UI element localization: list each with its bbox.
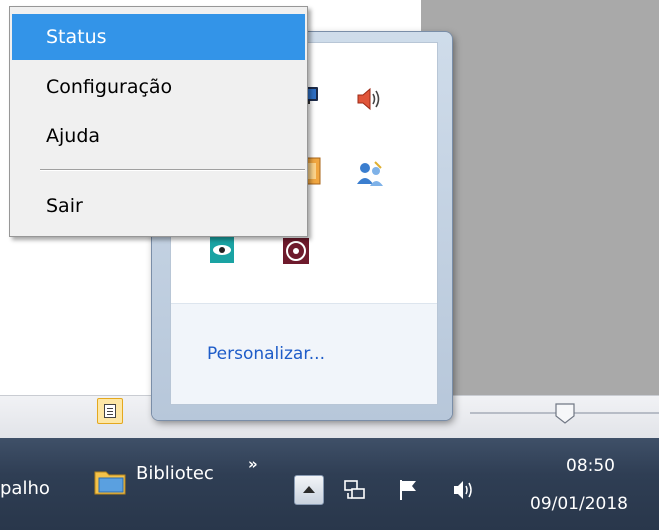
menu-item-label: Configuração xyxy=(46,76,173,98)
target-icon[interactable] xyxy=(283,238,309,264)
menu-item-label: Ajuda xyxy=(46,125,101,147)
taskbar-overflow-chevron[interactable]: » xyxy=(248,455,258,473)
details-view-icon xyxy=(104,404,116,418)
taskbar-button-library[interactable]: Bibliotec xyxy=(136,463,214,484)
menu-item-configuracao[interactable]: Configuração xyxy=(12,64,305,110)
taskbar-button-previous[interactable]: palho xyxy=(0,478,50,499)
volume-icon[interactable] xyxy=(452,478,476,502)
menu-item-sair[interactable]: Sair xyxy=(12,183,305,229)
tray-context-menu: Status Configuração Ajuda Sair xyxy=(9,6,308,237)
menu-item-label: Sair xyxy=(46,195,83,217)
customize-link[interactable]: Personalizar... xyxy=(207,344,325,364)
menu-item-ajuda[interactable]: Ajuda xyxy=(12,113,305,159)
eye-icon[interactable] xyxy=(209,236,235,263)
clock-date[interactable]: 09/01/2018 xyxy=(530,494,628,514)
details-view-button[interactable] xyxy=(97,398,123,424)
users-network-icon[interactable] xyxy=(355,160,383,186)
speaker-icon[interactable] xyxy=(355,86,381,112)
menu-item-label: Status xyxy=(46,26,107,48)
library-folder-icon xyxy=(93,466,129,498)
menu-separator xyxy=(40,169,305,170)
zoom-slider-thumb[interactable] xyxy=(555,403,575,424)
show-hidden-icons-button[interactable] xyxy=(294,475,324,505)
clock-time[interactable]: 08:50 xyxy=(566,456,615,476)
menu-item-status[interactable]: Status xyxy=(12,14,305,60)
action-center-flag-icon[interactable] xyxy=(397,478,421,502)
network-icon[interactable] xyxy=(343,478,367,502)
desktop-background xyxy=(421,0,659,395)
